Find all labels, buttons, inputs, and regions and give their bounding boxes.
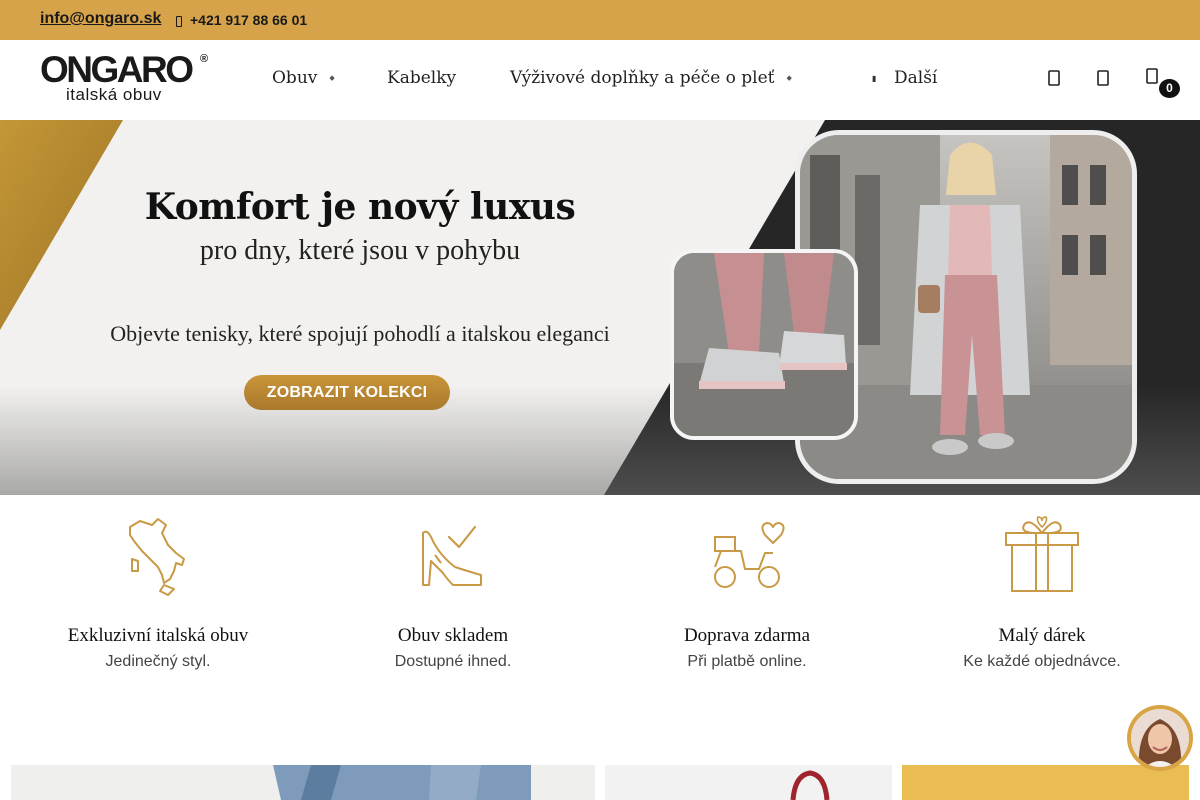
nav-item-label: Kabelky [387, 68, 457, 88]
phone-number: +421 917 88 66 01 [190, 12, 308, 28]
nav-item-obuv[interactable]: Obuv ◆ [272, 68, 335, 88]
feature-small-gift: Malý dárek Ke každé objednávce. [922, 515, 1162, 671]
hero-banner: Komfort je nový luxus pro dny, které jso… [0, 120, 1200, 495]
chat-assistant-avatar[interactable] [1127, 705, 1193, 771]
hero-subtitle: pro dny, které jsou v pohybu [199, 235, 521, 266]
feature-title: Exkluzivní italská obuv [67, 625, 249, 646]
nav-more-button[interactable]: ▮ Další [872, 68, 937, 88]
nav-more-label: Další [894, 68, 938, 88]
feature-italian-shoes: Exkluzivní italská obuv Jedinečný styl. [38, 515, 278, 671]
nav-item-doplnky[interactable]: Výživové doplňky a péče o pleť ◆ [510, 68, 792, 88]
phone-icon [176, 15, 182, 27]
category-tile-handbags[interactable] [605, 765, 892, 800]
top-contact-bar: info@ongaro.sk +421 917 88 66 01 [0, 0, 1200, 40]
logo-registered-mark: ® [200, 53, 209, 65]
feature-subtitle: Dostupné ihned. [394, 653, 512, 670]
logo[interactable]: ONGARO ® italská obuv [40, 49, 212, 104]
feature-in-stock: Obuv skladem Dostupné ihned. [333, 515, 573, 671]
avatar [1131, 709, 1189, 767]
cart-count-badge: 0 [1159, 79, 1180, 98]
logo-tagline: italská obuv [66, 85, 162, 104]
hero-title: Komfort je nový luxus [144, 186, 576, 228]
show-collection-button[interactable]: ZOBRAZIT KOLEKCI [244, 375, 450, 410]
cart-icon[interactable] [1145, 66, 1159, 86]
feature-title: Doprava zdarma [683, 625, 811, 646]
phone-link[interactable]: +421 917 88 66 01 [176, 12, 307, 28]
nav-item-label: Výživové doplňky a péče o pleť [510, 68, 775, 88]
high-heel-check-icon [422, 525, 482, 586]
feature-title: Obuv skladem [397, 625, 509, 646]
feature-title: Malý dárek [998, 625, 1086, 646]
nav-item-kabelky[interactable]: Kabelky [387, 68, 456, 88]
category-tile-promo[interactable] [902, 765, 1189, 800]
email-link[interactable]: info@ongaro.sk [40, 10, 161, 28]
feature-free-shipping: Doprava zdarma Při platbě online. [627, 515, 867, 671]
nav-item-label: Obuv [272, 68, 318, 88]
logo-brand: ONGARO [40, 49, 194, 90]
feature-subtitle: Při platbě online. [687, 653, 807, 670]
user-icon[interactable] [1096, 68, 1110, 88]
chevron-down-icon: ◆ [786, 74, 792, 82]
category-tile-jeans[interactable] [11, 765, 595, 800]
site-header: ONGARO ® italská obuv Obuv ◆ Kabelky Výž… [0, 40, 1200, 120]
chevron-down-icon: ◆ [329, 74, 335, 82]
feature-subtitle: Jedinečný styl. [105, 653, 211, 670]
feature-subtitle: Ke každé objednávce. [963, 653, 1121, 670]
hero-photo-sneakers [670, 249, 858, 440]
gift-box-icon [1005, 516, 1079, 592]
hero-description: Objevte tenisky, které spojují pohodlí a… [110, 321, 610, 346]
search-icon[interactable] [1047, 68, 1061, 88]
delivery-scooter-icon [714, 522, 785, 588]
italy-map-icon [129, 518, 185, 596]
more-icon: ▮ [872, 73, 877, 83]
